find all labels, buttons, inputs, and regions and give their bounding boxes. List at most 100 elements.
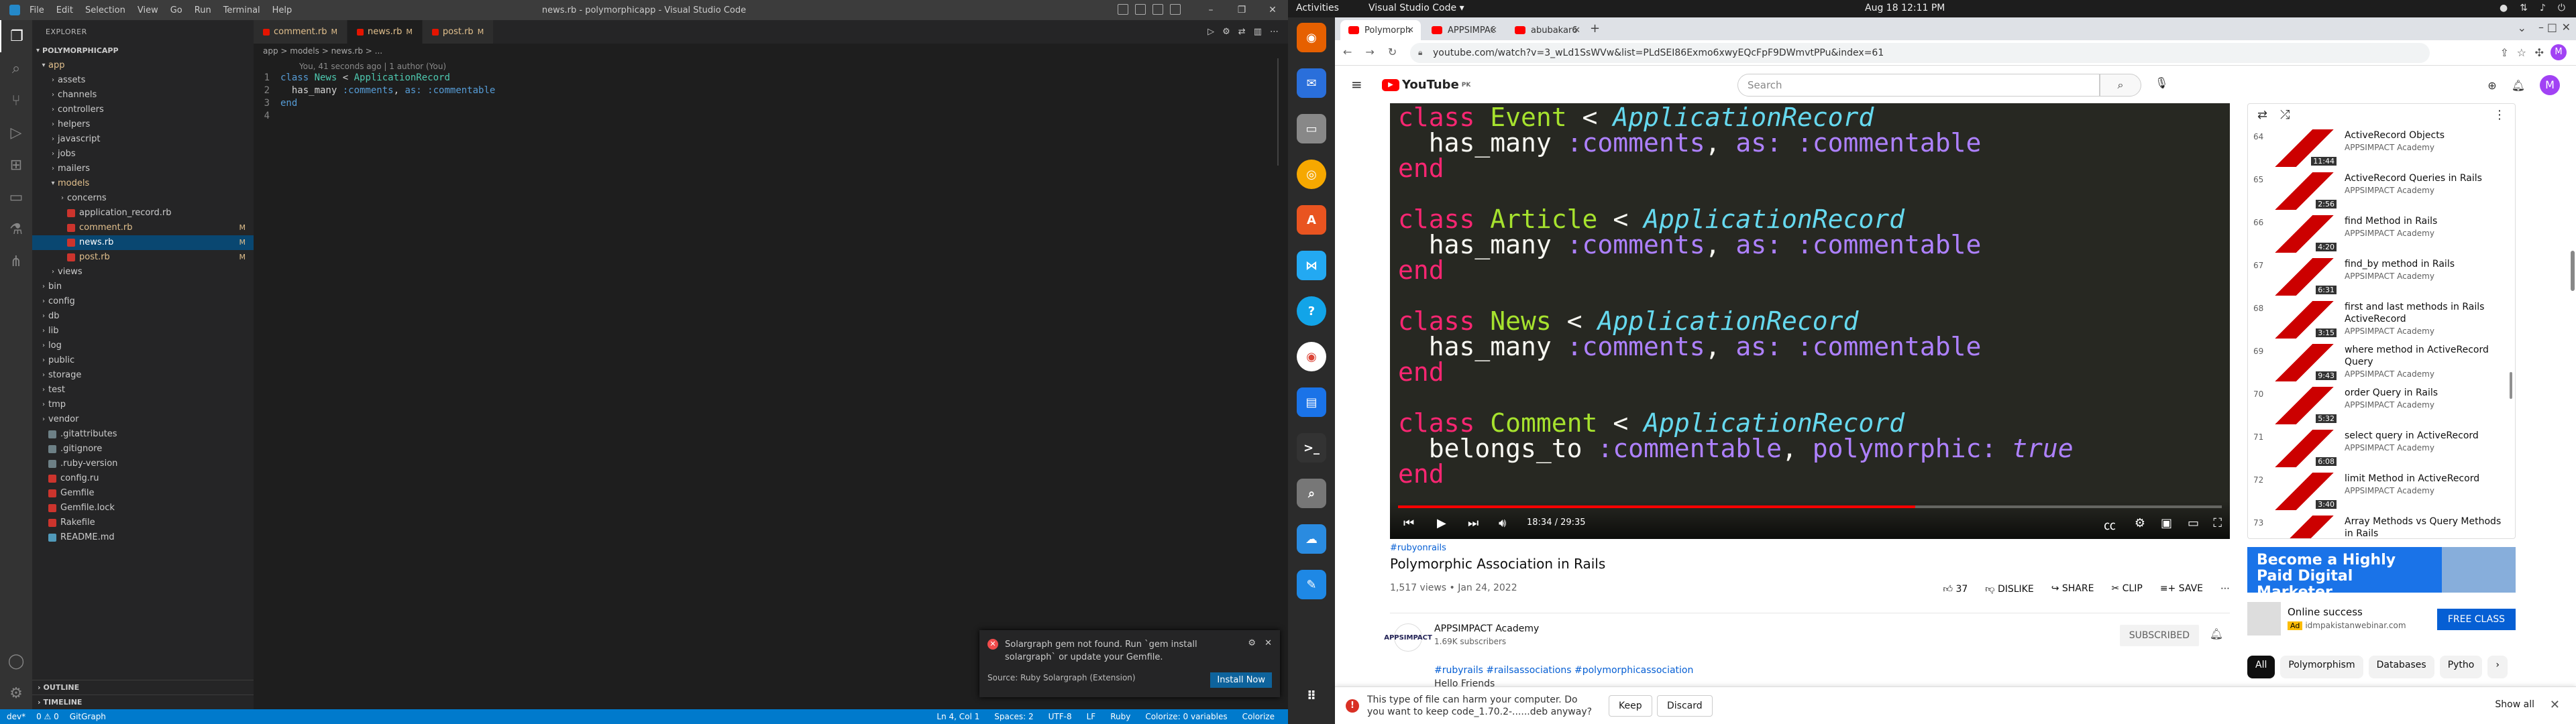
more-options-icon[interactable]: ⋮ xyxy=(2493,108,2506,122)
status-item[interactable]: Ln 4, Col 1 xyxy=(936,712,979,721)
playlist-item[interactable]: 65 2:56 ActiveRecord Queries in Rails APPSI… xyxy=(2248,170,2515,213)
scrollbar-thumb[interactable] xyxy=(2571,251,2575,291)
tab-search-icon[interactable]: ⌄ xyxy=(2518,21,2526,34)
video-thumbnail[interactable]: 6:31 xyxy=(2271,258,2338,296)
show-all-link[interactable]: Show all xyxy=(2495,699,2534,710)
menu-item-terminal[interactable]: Terminal xyxy=(223,5,260,15)
close-icon[interactable]: ✕ xyxy=(2562,21,2571,34)
settings-gear-icon[interactable]: ⚙ xyxy=(0,677,32,709)
folder-item[interactable]: › db xyxy=(32,309,254,324)
progress-bar[interactable] xyxy=(1398,505,2222,508)
filter-chip[interactable]: All xyxy=(2247,656,2275,678)
git-graph-icon[interactable]: ⋔ xyxy=(0,245,32,278)
folder-item[interactable]: ▾ app xyxy=(32,58,254,73)
play-icon[interactable]: ▶ xyxy=(1437,516,1446,530)
folder-item[interactable]: › javascript xyxy=(32,132,254,147)
sync-icon[interactable]: ● xyxy=(2500,3,2508,13)
description-tags[interactable]: #rubyrails #railsassociations #polymorph… xyxy=(1434,665,1693,676)
filter-chip[interactable]: Pytho xyxy=(2439,656,2483,678)
terminal-icon[interactable]: >_ xyxy=(1297,433,1326,463)
firefox-icon[interactable]: ◉ xyxy=(1297,23,1326,52)
activities-button[interactable]: Activities xyxy=(1296,3,1339,13)
free-class-button[interactable]: FREE CLASS xyxy=(2436,609,2516,630)
new-tab-icon[interactable]: + xyxy=(1590,21,1600,36)
tab-close-icon[interactable]: ✕ xyxy=(1407,25,1414,36)
code-editor[interactable]: You, 41 seconds ago | 1 author (You) 1 cl… xyxy=(254,58,1288,123)
video-thumbnail[interactable]: 9:43 xyxy=(2271,344,2338,381)
reload-icon[interactable]: ↻ xyxy=(1388,46,1397,58)
video-thumbnail[interactable] xyxy=(2271,516,2338,538)
file-item[interactable]: Gemfile.lock xyxy=(32,501,254,516)
file-item[interactable]: .ruby-version xyxy=(32,457,254,471)
theater-mode-icon[interactable]: ▭ xyxy=(2188,516,2199,530)
git-compare-icon[interactable]: ⇄ xyxy=(1238,27,1246,37)
app-menu[interactable]: Visual Studio Code ▾ xyxy=(1368,3,1464,13)
next-icon[interactable]: ⏭ xyxy=(1468,516,1479,530)
previous-icon[interactable]: ⏮ xyxy=(1403,516,1414,530)
filter-chip[interactable]: Databases xyxy=(2368,656,2434,678)
folder-item[interactable]: › test xyxy=(32,383,254,398)
forward-icon[interactable]: → xyxy=(1365,46,1374,58)
power-icon[interactable]: ⏻ xyxy=(2558,3,2565,13)
search-tool-icon[interactable]: ⌕ xyxy=(1297,479,1326,508)
share-icon[interactable]: ⇪ xyxy=(2500,46,2509,59)
clock[interactable]: Aug 18 12:11 PM xyxy=(1865,3,1945,13)
extensions-icon[interactable]: ✣ xyxy=(2535,46,2544,59)
folder-item[interactable]: › jobs xyxy=(32,147,254,162)
discard-button[interactable]: Discard xyxy=(1657,695,1713,717)
lock-icon[interactable]: 🔒︎ xyxy=(1418,48,1422,58)
create-icon[interactable]: ⊕ xyxy=(2487,79,2496,92)
clip-button[interactable]: ✂ CLIP xyxy=(2111,583,2142,595)
minimize-icon[interactable]: – xyxy=(1195,0,1226,20)
playlist-item[interactable]: 72 3:40 limit Method in ActiveRecord APPSIM… xyxy=(2248,470,2515,513)
playlist-item[interactable]: 66 4:20 find Method in Rails APPSIMPACT Aca… xyxy=(2248,213,2515,255)
keep-button[interactable]: Keep xyxy=(1609,695,1652,717)
file-item[interactable]: news.rb M xyxy=(32,235,254,250)
thunderbird-icon[interactable]: ✉ xyxy=(1297,68,1326,98)
video-thumbnail[interactable]: 4:20 xyxy=(2271,215,2338,253)
folder-item[interactable]: › helpers xyxy=(32,117,254,132)
menu-item-view[interactable]: View xyxy=(138,5,158,15)
playlist-item[interactable]: 71 6:08 select query in ActiveRecord APPSIM… xyxy=(2248,427,2515,470)
code-line[interactable]: 1 class News < ApplicationRecord xyxy=(254,72,1288,84)
folder-item[interactable]: › tmp xyxy=(32,398,254,412)
url-bar[interactable]: youtube.com/watch?v=3_wLd1SsWVw&list=PLd… xyxy=(1410,43,2430,63)
writer-icon[interactable]: ▤ xyxy=(1297,387,1326,417)
more-actions-icon[interactable]: ⋯ xyxy=(1270,27,1279,37)
folder-item[interactable]: › log xyxy=(32,339,254,353)
folder-item[interactable]: › controllers xyxy=(32,103,254,117)
bookmark-star-icon[interactable]: ☆ xyxy=(2517,46,2526,59)
ubuntu-software-icon[interactable]: A xyxy=(1297,205,1326,235)
profile-avatar[interactable]: M xyxy=(2551,44,2567,60)
minimap[interactable] xyxy=(1277,58,1279,166)
menu-item-help[interactable]: Help xyxy=(272,5,292,15)
save-button[interactable]: ≡+ SAVE xyxy=(2160,583,2203,595)
fullscreen-icon[interactable]: ⛶ xyxy=(2213,516,2222,530)
playlist-item[interactable]: 67 6:31 find_by method in Rails APPSIMPACT … xyxy=(2248,255,2515,298)
maximize-icon[interactable]: ❐ xyxy=(1226,0,1257,20)
notification-settings-gear-icon[interactable]: ⚙ xyxy=(1248,638,1256,648)
files-icon[interactable]: ▭ xyxy=(1297,114,1326,143)
tab-close-icon[interactable]: ✕ xyxy=(1573,25,1580,36)
chevron-right-icon[interactable]: › xyxy=(2487,656,2508,678)
folder-item[interactable]: › vendor xyxy=(32,412,254,427)
show-apps-icon[interactable]: ⠿ xyxy=(1297,681,1326,711)
run-icon[interactable]: ▷ xyxy=(1208,27,1214,37)
folder-item[interactable]: › concerns xyxy=(32,191,254,206)
toggle-sidebar-icon[interactable] xyxy=(1118,4,1128,15)
close-icon[interactable]: ✕ xyxy=(2550,698,2560,712)
file-item[interactable]: Gemfile xyxy=(32,486,254,501)
folder-item[interactable]: › channels xyxy=(32,88,254,103)
channel-avatar[interactable]: APPSIMPACT xyxy=(1384,623,1432,652)
menu-icon[interactable]: ≡ xyxy=(1351,76,1362,93)
cloud-icon[interactable]: ☁ xyxy=(1297,524,1326,554)
testing-icon[interactable]: ⚗ xyxy=(0,213,32,245)
status-item[interactable]: Colorize: 0 variables xyxy=(1145,712,1227,721)
toggle-panel-icon[interactable] xyxy=(1135,4,1146,15)
share-button[interactable]: ↪ SHARE xyxy=(2051,583,2094,595)
extensions-icon[interactable]: ⊞ xyxy=(0,149,32,181)
playlist-scrollbar[interactable] xyxy=(2510,372,2512,399)
file-item[interactable]: README.md xyxy=(32,530,254,545)
project-header[interactable]: ▾ POLYMORPHICAPP xyxy=(32,44,254,58)
playlist-item[interactable]: 69 9:43 where method in ActiveRecord Query… xyxy=(2248,341,2515,384)
